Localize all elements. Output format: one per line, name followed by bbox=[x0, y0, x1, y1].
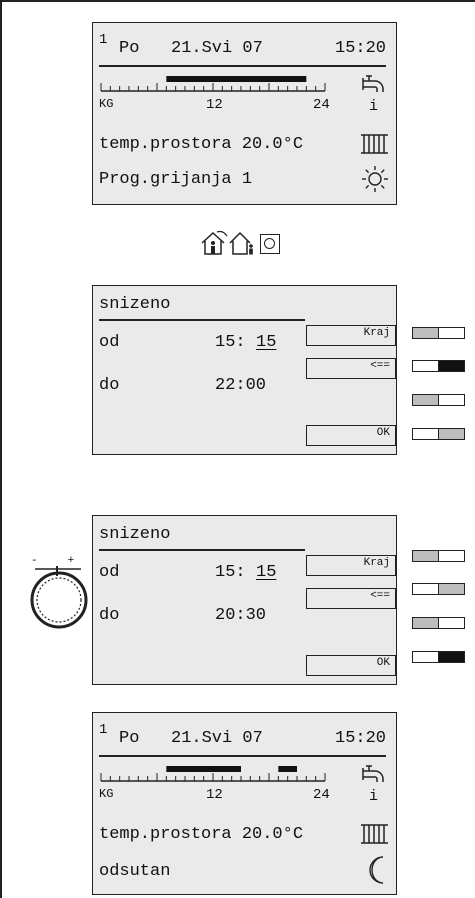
program-bar bbox=[278, 766, 297, 772]
heating-program: Prog.grijanja 1 bbox=[99, 170, 253, 189]
softkey-segment bbox=[412, 651, 439, 663]
softkey-3[interactable] bbox=[412, 394, 466, 406]
back-button[interactable]: <== bbox=[306, 358, 396, 379]
softkey-segment bbox=[438, 550, 465, 562]
room-temperature: temp.prostora 20.0°C bbox=[99, 135, 304, 154]
sun-icon bbox=[362, 166, 388, 192]
ok-button[interactable]: OK bbox=[306, 425, 396, 446]
radiator-icon bbox=[361, 824, 388, 844]
date: 21.Svi 07 bbox=[171, 729, 263, 748]
program-timeline bbox=[100, 76, 326, 92]
main-display-away: 1 Po 21.Svi 07 15:20 KG 12 24 i temp.pro… bbox=[92, 712, 397, 895]
main-display: 1 Po 21.Svi 07 15:20 KG 12 24 i temp.pro… bbox=[92, 22, 397, 205]
hot-water-tap-icon bbox=[362, 765, 384, 782]
softkey-segment bbox=[438, 394, 465, 406]
round-button-icon bbox=[260, 234, 280, 254]
softkey-3[interactable] bbox=[412, 617, 466, 629]
softkey-segment bbox=[412, 617, 439, 629]
scale-mid: 12 bbox=[206, 787, 223, 803]
radiator-icon bbox=[361, 134, 388, 154]
program-bar bbox=[166, 766, 241, 772]
from-time-minutes[interactable]: 15 bbox=[256, 334, 276, 351]
screen-title: snizeno bbox=[99, 525, 171, 544]
scale-end: 24 bbox=[313, 97, 330, 113]
softkey-1[interactable] bbox=[412, 327, 466, 339]
rotary-knob[interactable]: -+ bbox=[25, 556, 93, 629]
softkey-segment bbox=[438, 327, 465, 339]
knob-icon bbox=[30, 566, 88, 629]
to-label: do bbox=[99, 606, 120, 625]
softkey-segment bbox=[438, 617, 465, 629]
softkey-1[interactable] bbox=[412, 550, 466, 562]
softkey-2[interactable] bbox=[412, 360, 466, 372]
softkey-segment bbox=[412, 327, 439, 339]
scale-mid: 12 bbox=[206, 97, 223, 113]
from-time-minutes[interactable]: 15 bbox=[256, 564, 276, 581]
scale-start: KG bbox=[99, 97, 114, 111]
scale-end: 24 bbox=[313, 787, 330, 803]
scale-start: KG bbox=[99, 787, 114, 801]
date: 21.Svi 07 bbox=[171, 39, 263, 58]
from-label: od bbox=[99, 563, 120, 582]
softkey-segment bbox=[438, 583, 465, 595]
softkey-segment bbox=[412, 360, 439, 372]
circuit-number: 1 bbox=[99, 32, 108, 48]
softkey-2[interactable] bbox=[412, 583, 466, 595]
softkey-segment bbox=[412, 583, 439, 595]
from-time-hour: 15: bbox=[215, 333, 246, 352]
to-time: 20:30 bbox=[215, 606, 267, 625]
weekday: Po bbox=[119, 39, 140, 58]
status-text: odsutan bbox=[99, 862, 171, 881]
from-time-hour: 15: bbox=[215, 563, 246, 582]
info-indicator: i bbox=[369, 788, 379, 805]
room-temperature: temp.prostora 20.0°C bbox=[99, 825, 304, 844]
setback-display: snizeno od 15: 15 do 22:00 Kraj <== OK bbox=[92, 285, 397, 455]
softkey-4[interactable] bbox=[412, 651, 466, 663]
program-timeline bbox=[100, 766, 326, 782]
softkey-segment bbox=[438, 428, 465, 440]
title-divider bbox=[99, 319, 305, 321]
ok-button[interactable]: OK bbox=[306, 655, 396, 676]
clock-time: 15:20 bbox=[335, 39, 387, 58]
clock-time: 15:20 bbox=[335, 729, 387, 748]
program-bar bbox=[166, 76, 307, 82]
hot-water-tap-icon bbox=[362, 75, 384, 92]
header-divider bbox=[99, 65, 386, 67]
house-person-icon bbox=[229, 231, 253, 255]
back-button[interactable]: <== bbox=[306, 588, 396, 609]
end-button[interactable]: Kraj bbox=[306, 325, 396, 346]
to-label: do bbox=[99, 376, 120, 395]
circuit-number: 1 bbox=[99, 722, 108, 738]
weekday: Po bbox=[119, 729, 140, 748]
moon-icon bbox=[369, 856, 384, 884]
softkey-segment bbox=[438, 360, 465, 372]
header-divider bbox=[99, 755, 386, 757]
house-occupants-icon bbox=[201, 230, 228, 255]
softkey-4[interactable] bbox=[412, 428, 466, 440]
end-button[interactable]: Kraj bbox=[306, 555, 396, 576]
softkey-segment bbox=[412, 550, 439, 562]
from-label: od bbox=[99, 333, 120, 352]
info-indicator: i bbox=[369, 98, 379, 115]
title-divider bbox=[99, 549, 305, 551]
softkey-segment bbox=[412, 394, 439, 406]
screen-title: snizeno bbox=[99, 295, 171, 314]
softkey-segment bbox=[438, 651, 465, 663]
to-time: 22:00 bbox=[215, 376, 267, 395]
softkey-segment bbox=[412, 428, 439, 440]
setback-display-edited: snizeno od 15: 15 do 20:30 Kraj <== OK bbox=[92, 515, 397, 685]
